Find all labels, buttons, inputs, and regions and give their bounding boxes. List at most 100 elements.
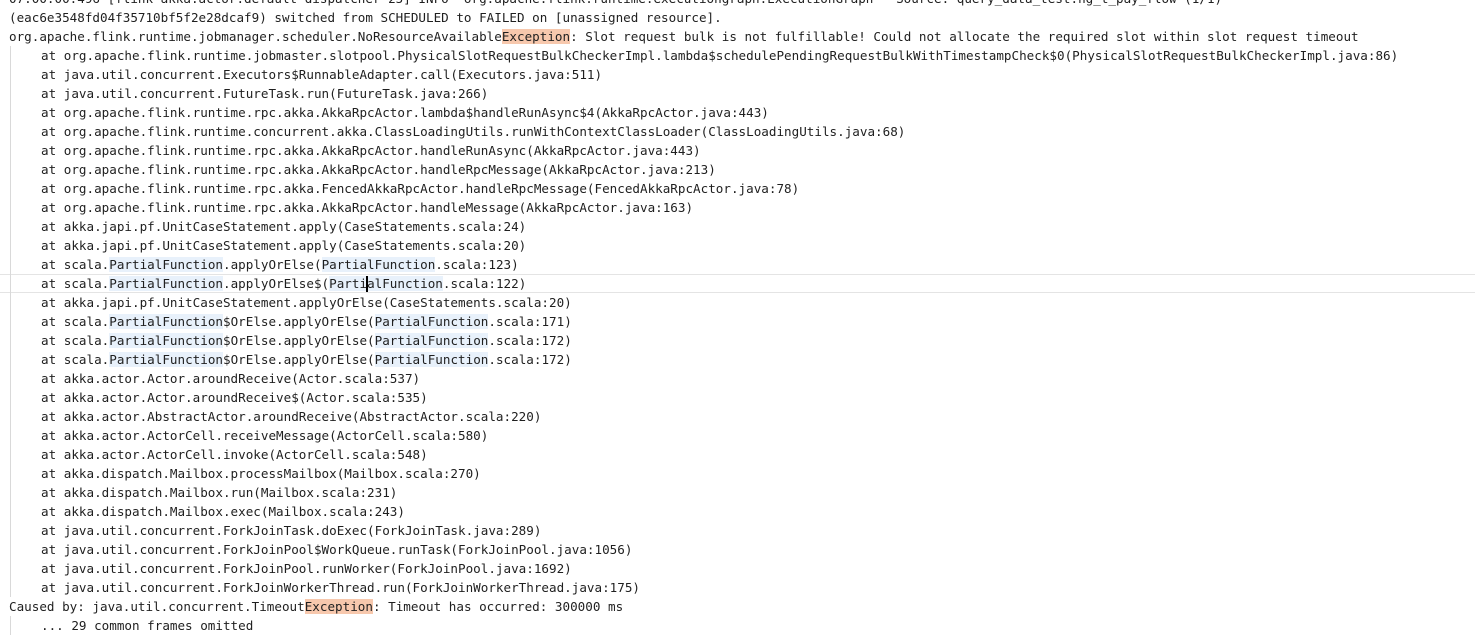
log-line[interactable]: at org.apache.flink.runtime.jobmaster.sl…: [0, 46, 1475, 65]
log-line[interactable]: at scala.PartialFunction$OrElse.applyOrE…: [0, 331, 1475, 350]
log-text: at scala.: [41, 333, 110, 348]
log-text: org.apache.flink.runtime.jobmanager.sche…: [9, 29, 502, 44]
log-line[interactable]: at java.util.concurrent.ForkJoinTask.doE…: [0, 521, 1475, 540]
indent-guide: [10, 293, 11, 312]
log-text: .scala:171): [488, 314, 572, 329]
log-text: at org.apache.flink.runtime.rpc.akka.Akk…: [41, 105, 769, 120]
log-line[interactable]: at org.apache.flink.runtime.concurrent.a…: [0, 122, 1475, 141]
search-match-highlight: Exception: [304, 599, 373, 614]
log-text: at akka.japi.pf.UnitCaseStatement.applyO…: [41, 295, 572, 310]
log-line[interactable]: (eac6e3548fd04f35710bf5f2e28dcaf9) switc…: [0, 8, 1475, 27]
log-line[interactable]: at scala. PartialFunction$OrElse.applyOrE…: [0, 312, 1475, 331]
indent-guide: [10, 103, 11, 122]
indent-guide: [10, 483, 11, 502]
word-occurrence-highlight: PartialFunction: [109, 257, 223, 272]
log-text: at akka.actor.ActorCell.invoke(ActorCell…: [41, 447, 428, 462]
indent-guide: [10, 426, 11, 445]
log-line[interactable]: at org.apache.flink.runtime.rpc.akka.Akk…: [0, 141, 1475, 160]
indent-guide: [10, 350, 11, 369]
log-text: : Timeout has occurred: 300000 ms: [372, 599, 624, 614]
word-occurrence-highlight: Parti: [329, 276, 368, 291]
log-text: $OrElse.applyOrElse(: [222, 333, 375, 348]
log-text: : Slot request bulk is not fulfillable! …: [570, 29, 1359, 44]
indent-guide: [10, 141, 11, 160]
log-line[interactable]: at scala.PartialFunction.applyOrElse(Par…: [0, 255, 1475, 274]
log-line[interactable]: at akka.dispatch.Mailbox.exec(Mailbox.sc…: [0, 502, 1475, 521]
log-text: 07:00:00.496 [flink-akka.actor.default-d…: [9, 0, 1222, 6]
log-text: at java.util.concurrent.FutureTask.run(F…: [41, 86, 489, 101]
log-line[interactable]: 07:00:00.496 [flink-akka.actor.default-d…: [0, 0, 1475, 8]
log-line[interactable]: Caused by: java.util.concurrent.TimeoutE…: [0, 597, 1475, 616]
log-line[interactable]: at org.apache.flink.runtime.rpc.akka.Akk…: [0, 198, 1475, 217]
log-text: at org.apache.flink.runtime.rpc.akka.Akk…: [41, 200, 694, 215]
log-text: at akka.japi.pf.UnitCaseStatement.apply(…: [41, 238, 527, 253]
indent-guide: [10, 84, 11, 103]
log-line-current[interactable]: at scala.PartialFunction.applyOrElse$(Pa…: [0, 274, 1475, 293]
log-text: at akka.actor.ActorCell.receiveMessage(A…: [41, 428, 489, 443]
indent-guide: [10, 46, 11, 65]
indent-guide: [10, 160, 11, 179]
log-text: at java.util.concurrent.ForkJoinWorkerTh…: [41, 580, 640, 595]
log-line[interactable]: at akka.dispatch.Mailbox.processMailbox(…: [0, 464, 1475, 483]
indent-guide: [10, 217, 11, 236]
log-text-editor[interactable]: 07:00:00.496 [flink-akka.actor.default-d…: [0, 0, 1475, 635]
log-line[interactable]: at org.apache.flink.runtime.rpc.akka.Akk…: [0, 103, 1475, 122]
indent-guide: [10, 331, 11, 350]
log-line[interactable]: at akka.actor.ActorCell.invoke(ActorCell…: [0, 445, 1475, 464]
log-line[interactable]: at org.apache.flink.runtime.rpc.akka.Fen…: [0, 179, 1475, 198]
indent-guide: [10, 445, 11, 464]
log-line[interactable]: at akka.actor.AbstractActor.aroundReceiv…: [0, 407, 1475, 426]
log-text: .applyOrElse$(: [222, 276, 330, 291]
indent-guide: [10, 464, 11, 483]
log-text: $OrElse.applyOrElse(: [222, 352, 375, 367]
log-line[interactable]: ... 29 common frames omitted: [0, 616, 1475, 635]
log-line[interactable]: at akka.actor.Actor.aroundReceive(Actor.…: [0, 369, 1475, 388]
log-text: at akka.japi.pf.UnitCaseStatement.apply(…: [41, 219, 527, 234]
log-text: at akka.dispatch.Mailbox.run(Mailbox.sca…: [41, 485, 398, 500]
word-occurrence-highlight: PartialFunction: [374, 352, 489, 367]
log-line[interactable]: at java.util.concurrent.ForkJoinWorkerTh…: [0, 578, 1475, 597]
log-text: at scala.: [41, 314, 110, 329]
log-text: at org.apache.flink.runtime.rpc.akka.Fen…: [41, 181, 800, 196]
log-line[interactable]: at java.util.concurrent.ForkJoinPool.run…: [0, 559, 1475, 578]
log-text: at akka.actor.Actor.aroundReceive$(Actor…: [41, 390, 428, 405]
log-line[interactable]: at org.apache.flink.runtime.rpc.akka.Akk…: [0, 160, 1475, 179]
log-line[interactable]: at scala. PartialFunction$OrElse.applyOrE…: [0, 350, 1475, 369]
log-text: at java.util.concurrent.ForkJoinTask.doE…: [41, 523, 542, 538]
log-text: $OrElse.applyOrElse(: [222, 314, 375, 329]
log-line[interactable]: at akka.japi.pf.UnitCaseStatement.apply(…: [0, 217, 1475, 236]
log-text: at java.util.concurrent.ForkJoinPool.run…: [41, 561, 572, 576]
indent-guide: [10, 540, 11, 559]
word-occurrence-highlight: alFunction: [367, 276, 443, 291]
word-occurrence-highlight: PartialFunction: [374, 314, 489, 329]
log-text: at java.util.concurrent.ForkJoinPool$Wor…: [41, 542, 633, 557]
log-text: at akka.dispatch.Mailbox.exec(Mailbox.sc…: [41, 504, 405, 519]
indent-guide: [10, 179, 11, 198]
log-line[interactable]: at akka.actor.ActorCell.receiveMessage(A…: [0, 426, 1475, 445]
log-text: at org.apache.flink.runtime.rpc.akka.Akk…: [41, 143, 701, 158]
search-match-highlight: Exception: [501, 29, 571, 44]
log-line[interactable]: org.apache.flink.runtime.jobmanager.sche…: [0, 27, 1475, 46]
log-text: .scala:122): [442, 276, 527, 291]
log-text: .scala:172): [488, 352, 572, 367]
log-text: at org.apache.flink.runtime.concurrent.a…: [41, 124, 906, 139]
indent-guide: [10, 521, 11, 540]
log-line[interactable]: at akka.actor.Actor.aroundReceive$(Actor…: [0, 388, 1475, 407]
log-line[interactable]: at akka.japi.pf.UnitCaseStatement.applyO…: [0, 293, 1475, 312]
log-line[interactable]: at java.util.concurrent.FutureTask.run(F…: [0, 84, 1475, 103]
log-line[interactable]: at java.util.concurrent.Executors$Runnab…: [0, 65, 1475, 84]
log-line[interactable]: at java.util.concurrent.ForkJoinPool$Wor…: [0, 540, 1475, 559]
indent-guide: [10, 312, 11, 331]
log-text: at akka.dispatch.Mailbox.processMailbox(…: [41, 466, 481, 481]
log-text: Caused by: java.util.concurrent.Timeout: [9, 599, 305, 614]
log-text: ... 29 common frames omitted: [41, 618, 254, 633]
log-text: (eac6e3548fd04f35710bf5f2e28dcaf9) switc…: [9, 10, 722, 25]
log-line[interactable]: at akka.dispatch.Mailbox.run(Mailbox.sca…: [0, 483, 1475, 502]
log-text: at java.util.concurrent.Executors$Runnab…: [41, 67, 603, 82]
indent-guide: [10, 407, 11, 426]
log-line[interactable]: at akka.japi.pf.UnitCaseStatement.apply(…: [0, 236, 1475, 255]
indent-guide: [10, 502, 11, 521]
indent-guide: [10, 122, 11, 141]
log-text: at org.apache.flink.runtime.jobmaster.sl…: [41, 48, 1399, 63]
log-text: at scala.: [41, 352, 110, 367]
